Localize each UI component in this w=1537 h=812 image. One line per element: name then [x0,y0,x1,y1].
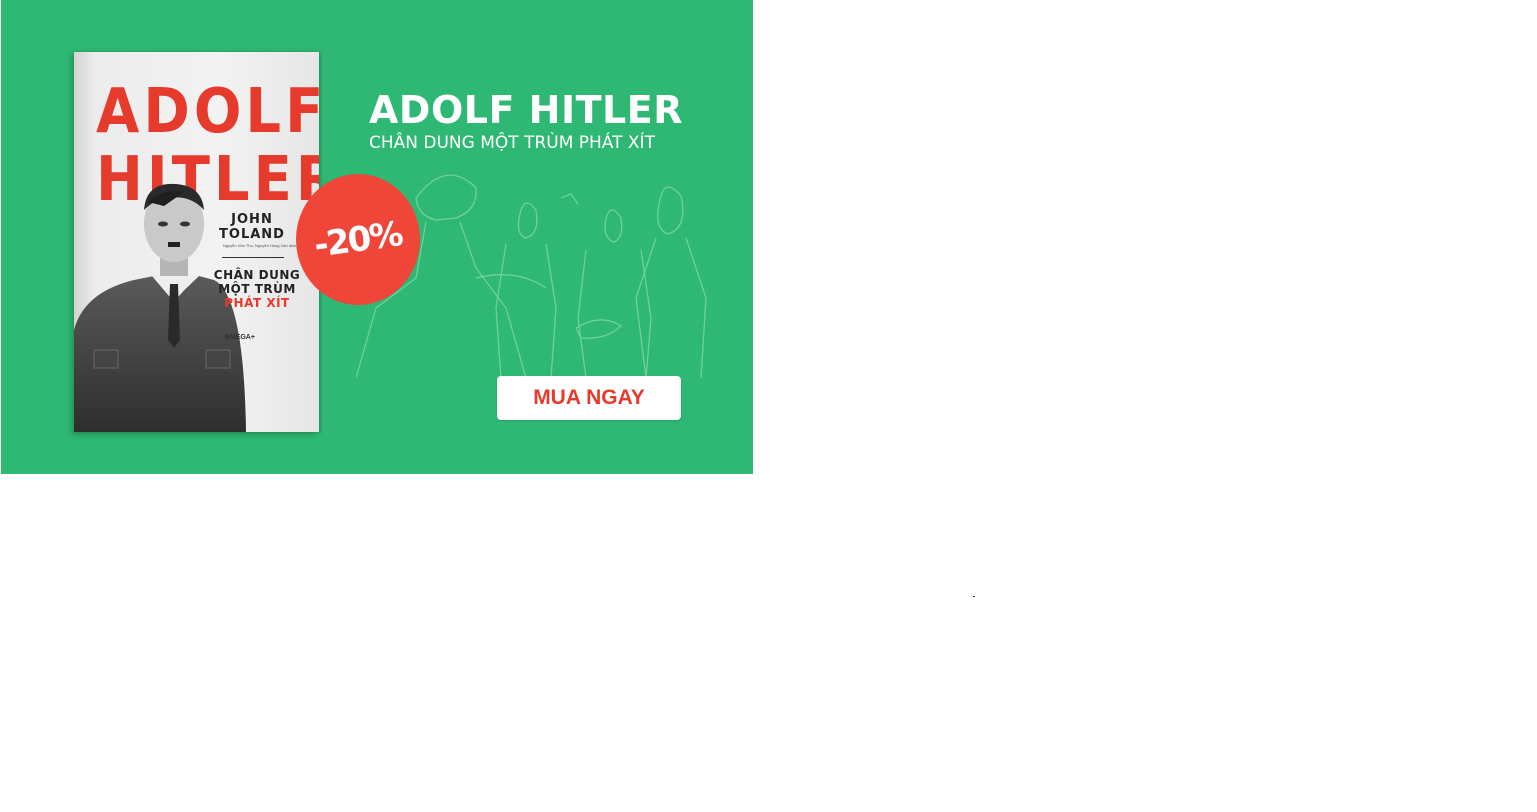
buy-now-button[interactable]: MUA NGAY [497,376,681,420]
book-cover-subtitle-line3: PHÁT XÍT [224,296,290,310]
publisher-logo: ⊕MEGA+ [224,334,255,341]
book-cover-subtitle: CHÂN DUNG MỘT TRÙM PHÁT XÍT [192,268,319,310]
book-cover-divider [222,257,284,258]
book-cover-author-line1: JOHN [231,212,273,227]
book-cover-title-line1: ADOLF [96,75,319,148]
banner-headline: ADOLF HITLER [369,88,683,132]
discount-badge-label: -20% [311,213,405,266]
book-cover-author: JOHN TOLAND [192,212,312,242]
book-cover: ADOLF HITLER JOHN TOLAND Nguyễn Văn Thu,… [74,52,319,432]
promo-banner[interactable]: ADOLF HITLER JOHN TOLAND Nguyễn Văn Thu,… [1,0,753,474]
book-cover-author-line2: TOLAND [219,227,285,242]
banner-subheadline: CHÂN DUNG MỘT TRÙM PHÁT XÍT [369,133,655,153]
discount-badge: -20% [296,174,420,305]
book-cover-subtitle-line2: MỘT TRÙM [218,282,296,296]
stray-dot [973,596,975,597]
book-cover-subtitle-line1: CHÂN DUNG [213,268,301,282]
